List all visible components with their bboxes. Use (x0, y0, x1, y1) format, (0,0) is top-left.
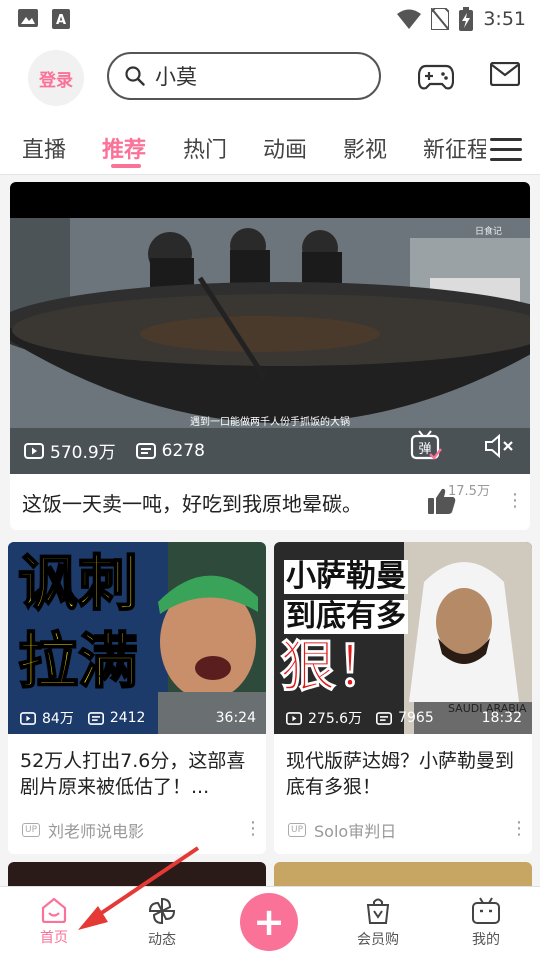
danmaku-count: 7965 (398, 710, 434, 726)
publish-button[interactable]: + (240, 893, 298, 951)
duration: 18:32 (481, 710, 522, 726)
status-bar: A 3:51 (0, 0, 540, 36)
nav-home[interactable]: 首页 (14, 895, 94, 947)
top-header: 登录 小莫 (0, 36, 540, 120)
author-name: 刘老师说电影 (48, 822, 145, 841)
bottom-navigation: 首页 动态 + 会员购 我的 (0, 886, 540, 961)
view-count: 84万 (42, 711, 74, 727)
nav-member-shop[interactable]: 会员购 (338, 895, 418, 949)
video-thumbnail[interactable]: 小萨勒曼 到底有多 狠！ SAUDI ARABIA 275.6万 7965 18… (274, 542, 532, 734)
tv-face-icon (472, 897, 500, 924)
search-icon (125, 66, 145, 86)
mute-icon[interactable] (484, 434, 516, 458)
clock: 3:51 (483, 8, 526, 30)
video-subtitle: 遇到一口能做两千人份手抓饭的大锅 (190, 417, 350, 428)
login-button[interactable]: 登录 (28, 50, 84, 106)
video-title[interactable]: 现代版萨达姆？小萨勒曼到底有多狠！ (286, 748, 524, 800)
pinwheel-icon (148, 897, 176, 925)
tab-recommended[interactable]: 推荐 (102, 132, 146, 164)
game-controller-icon[interactable] (418, 62, 454, 92)
featured-video-title[interactable]: 这饭一天卖一吨，好吃到我原地晕碳。 (22, 488, 362, 517)
thumbnail-caption-2: 到底有多 (284, 599, 408, 634)
nav-mine[interactable]: 我的 (446, 895, 526, 949)
thumbnail-caption-3: 狠！ (280, 635, 393, 700)
thumbnail-caption-2: 拉满 (17, 627, 139, 697)
danmaku-count: 2412 (109, 710, 146, 726)
danmaku-toggle-icon[interactable]: 弹 (410, 430, 442, 460)
wok-scene-image: 日食记 (10, 218, 530, 474)
view-count: 275.6万 (308, 711, 363, 727)
more-options-icon[interactable]: ⋮ (244, 820, 262, 838)
nav-member-shop-label: 会员购 (357, 932, 399, 948)
video-stats: 275.6万 7965 18:32 (286, 708, 522, 728)
video-title[interactable]: 52万人打出7.6分，这部喜剧片原来被低估了！... (20, 748, 258, 800)
tab-hot[interactable]: 热门 (183, 132, 227, 164)
video-stats: 570.9万 6278 (24, 438, 205, 463)
active-tab-indicator (111, 164, 141, 168)
nav-dynamic[interactable]: 动态 (122, 895, 202, 949)
video-player[interactable]: 日食记 遇到一口能做两千人份手抓饭的大锅 570.9万 6278 弹 (10, 182, 530, 474)
watermark: 日食记 (475, 225, 502, 237)
video-stats: 84万 2412 36:24 (20, 708, 256, 728)
text-icon: A (52, 9, 70, 29)
play-count-icon (24, 442, 44, 459)
battery-charging-icon (459, 7, 474, 31)
thumbnail-caption-1: 讽刺 (17, 549, 139, 619)
author-info[interactable]: UP Solo审判日 (288, 818, 396, 842)
nav-mine-label: 我的 (472, 932, 500, 948)
nav-home-label: 首页 (40, 930, 68, 946)
video-thumbnail[interactable]: 讽刺 拉满 84万 2412 36:24 (8, 542, 266, 734)
danmaku-count-icon (135, 442, 156, 459)
tab-film[interactable]: 影视 (343, 132, 387, 164)
wifi-icon (397, 9, 422, 29)
view-count: 570.9万 (50, 443, 116, 463)
author-name: Solo审判日 (314, 822, 397, 841)
search-input[interactable]: 小莫 (107, 52, 381, 100)
tab-live[interactable]: 直播 (22, 132, 66, 164)
up-badge: UP (288, 823, 307, 837)
tabs-menu-button[interactable] (486, 128, 530, 168)
channel-tabs: 直播 推荐 热门 动画 影视 新征程 (0, 120, 540, 175)
svg-text:A: A (56, 13, 66, 28)
featured-video-card[interactable]: 日食记 遇到一口能做两千人份手抓饭的大锅 570.9万 6278 弹 这饭一天卖… (10, 182, 530, 530)
video-frame: 日食记 (10, 218, 530, 474)
home-icon (41, 897, 67, 923)
up-badge: UP (22, 823, 41, 837)
tab-new-journey[interactable]: 新征程 (423, 132, 489, 164)
video-card[interactable]: 小萨勒曼 到底有多 狠！ SAUDI ARABIA 275.6万 7965 18… (274, 542, 532, 854)
duration: 36:24 (215, 710, 256, 726)
more-options-icon[interactable]: ⋮ (510, 820, 528, 838)
search-text: 小莫 (155, 65, 197, 89)
shopping-bag-icon (366, 898, 390, 924)
nav-dynamic-label: 动态 (148, 932, 176, 948)
like-count: 17.5万 (448, 484, 490, 499)
danmaku-count-icon (376, 711, 393, 725)
play-count-icon (286, 711, 302, 725)
no-sim-icon (431, 8, 450, 30)
thumbnail-caption-1: 小萨勒曼 (284, 559, 408, 594)
video-card[interactable]: 讽刺 拉满 84万 2412 36:24 52万人打出7.6分，这部喜剧片原来被… (8, 542, 266, 854)
tab-anime[interactable]: 动画 (263, 132, 307, 164)
danmaku-count-icon (87, 711, 104, 725)
play-count-icon (20, 711, 36, 725)
danmaku-count: 6278 (161, 440, 205, 461)
mail-icon[interactable] (490, 62, 520, 86)
more-options-icon[interactable]: ⋮ (506, 492, 524, 510)
author-info[interactable]: UP 刘老师说电影 (22, 818, 144, 842)
image-icon (18, 9, 38, 27)
